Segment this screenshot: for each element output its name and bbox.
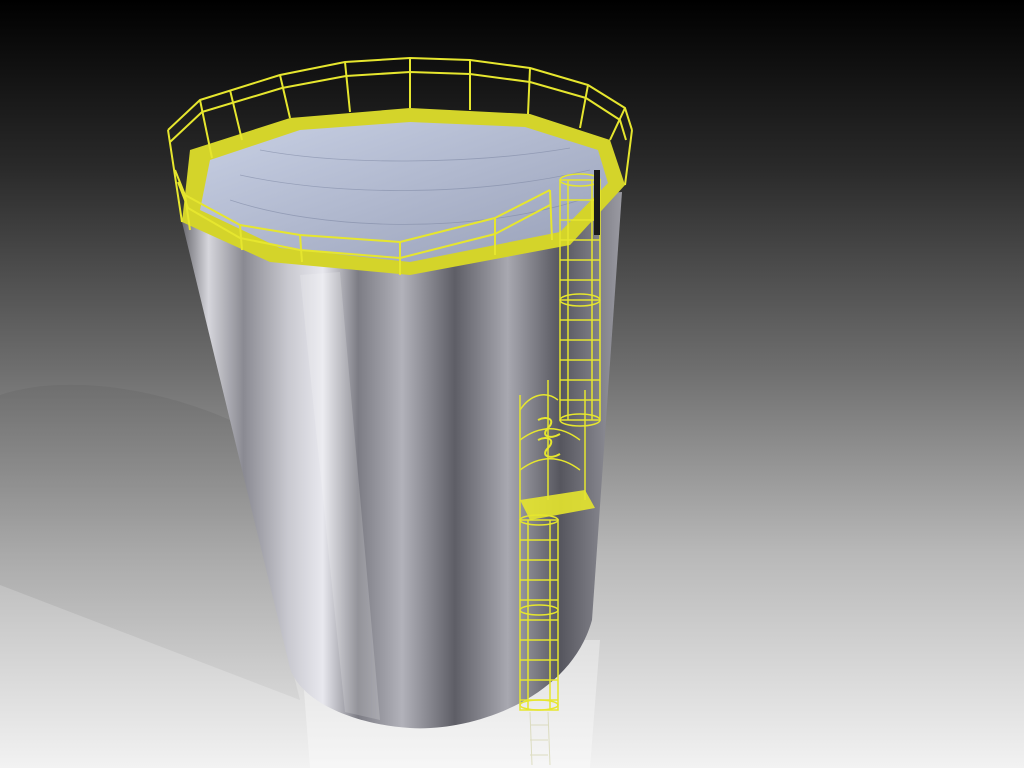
tank-render [0,57,633,768]
vent-pipe [594,170,600,235]
3d-viewport[interactable] [0,0,1024,768]
